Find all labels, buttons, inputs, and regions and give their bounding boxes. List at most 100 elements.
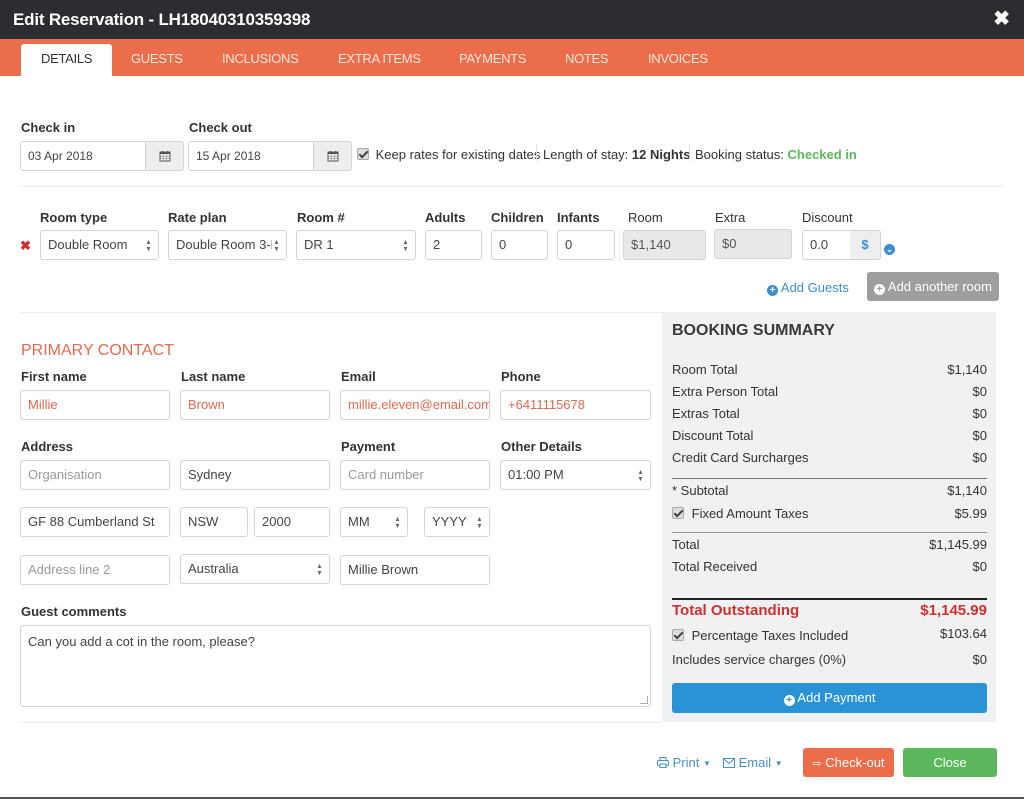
summary-row: Discount Total $0 (672, 428, 987, 443)
email-input[interactable]: millie.eleven@email.com (340, 390, 490, 420)
calendar-icon[interactable] (313, 142, 351, 170)
add-payment-button[interactable]: + Add Payment (672, 683, 987, 713)
first-name-label: First name (21, 369, 87, 384)
expiry-month-select[interactable]: MM ▲ ▼ (340, 507, 408, 537)
discount-input-group[interactable]: 0.0 $ (802, 230, 881, 260)
infants-input[interactable]: 0 (557, 230, 615, 260)
divider (672, 478, 987, 479)
country-select[interactable]: Australia ▲ ▼ (180, 554, 330, 584)
expiry-year-select[interactable]: YYYY ▲ ▼ (424, 507, 490, 537)
tab-extra-items[interactable]: EXTRA ITEMS (338, 44, 421, 76)
summary-row-label: Extras Total (672, 406, 740, 421)
tab-bar: DETAILS GUESTS INCLUSIONS EXTRA ITEMS PA… (0, 39, 1024, 76)
email-label-footer: Email (738, 755, 772, 770)
select-arrows-icon: ▲ ▼ (402, 239, 409, 253)
summary-row-value: $0 (972, 384, 987, 399)
fixed-tax-value: $5.99 (954, 506, 987, 521)
room-amount-label: Room (628, 210, 663, 225)
booking-summary-panel: BOOKING SUMMARY Room Total $1,140 Extra P… (662, 312, 996, 722)
tab-details[interactable]: DETAILS (21, 44, 113, 76)
percentage-tax-row: Percentage Taxes Included $103.64 (672, 626, 987, 643)
card-number-input[interactable]: Card number (340, 460, 490, 490)
select-arrows-icon: ▲ ▼ (637, 469, 644, 483)
service-charges-label: Includes service charges (0%) (672, 652, 847, 667)
printer-icon (657, 757, 669, 768)
summary-row-value: $1,140 (947, 362, 987, 377)
city-input[interactable]: Sydney (180, 460, 330, 490)
extra-amount-field: $0 (714, 229, 792, 259)
children-input[interactable]: 0 (491, 230, 548, 260)
keep-rates-option[interactable]: Keep rates for existing dates (357, 147, 540, 162)
booking-status-value: Checked in (787, 147, 857, 162)
room-number-value: DR 1 (304, 237, 334, 252)
divider (619, 232, 620, 260)
percentage-tax-label: Percentage Taxes Included (691, 628, 849, 643)
expiry-year-value: YYYY (432, 514, 467, 529)
summary-row-label: Credit Card Surcharges (672, 450, 809, 465)
first-name-input[interactable]: Millie (20, 390, 170, 420)
checkout-datepicker[interactable]: 15 Apr 2018 (188, 141, 352, 171)
close-button[interactable]: Close (903, 748, 997, 777)
close-icon[interactable]: ✖ (993, 9, 1010, 29)
room-number-select[interactable]: DR 1 ▲ ▼ (296, 230, 416, 260)
calendar-icon[interactable] (145, 142, 183, 170)
percentage-tax-checkbox[interactable] (672, 629, 684, 641)
checkin-value[interactable]: 03 Apr 2018 (21, 142, 145, 170)
email-dropdown[interactable]: Email ▼ (723, 755, 783, 770)
expand-room-icon[interactable]: ⌄ (884, 239, 895, 255)
organisation-input[interactable]: Organisation (20, 460, 170, 490)
fixed-tax-checkbox[interactable] (672, 507, 684, 519)
guest-comments-label: Guest comments (21, 604, 127, 619)
tab-invoices[interactable]: INVOICES (648, 44, 708, 76)
divider (536, 145, 537, 161)
sign-out-icon: ⇨ (812, 758, 822, 770)
print-dropdown[interactable]: Print ▼ (657, 755, 711, 770)
card-name-input[interactable]: Millie Brown (340, 555, 490, 585)
arrival-time-value: 01:00 PM (508, 467, 564, 482)
room-type-select[interactable]: Double Room ▲ ▼ (40, 230, 159, 260)
arrival-time-select[interactable]: 01:00 PM ▲ ▼ (500, 460, 651, 490)
total-outstanding-row: Total Outstanding $1,145.99 (672, 602, 987, 619)
plus-circle-icon: + (783, 695, 795, 706)
address-line2-input[interactable]: Address line 2 (20, 555, 170, 585)
caret-down-icon: ▼ (774, 759, 783, 768)
tab-guests[interactable]: GUESTS (131, 44, 183, 76)
phone-label: Phone (501, 369, 541, 384)
tab-notes[interactable]: NOTES (565, 44, 609, 76)
add-another-room-label: Add another room (887, 279, 992, 294)
discount-input[interactable]: 0.0 (803, 231, 850, 259)
subtotal-label: * Subtotal (672, 483, 729, 498)
adults-label: Adults (425, 210, 466, 225)
postcode-input[interactable]: 2000 (254, 507, 330, 537)
primary-contact-title: PRIMARY CONTACT (21, 342, 174, 359)
keep-rates-label: Keep rates for existing dates (375, 147, 541, 162)
keep-rates-checkbox[interactable] (357, 148, 369, 160)
last-name-input[interactable]: Brown (180, 390, 330, 420)
remove-room-icon[interactable]: ✖ (20, 238, 31, 254)
checkout-label: Check out (189, 120, 252, 135)
check-out-button[interactable]: ⇨ Check-out (803, 748, 894, 777)
divider (672, 598, 987, 600)
address-line1-input[interactable]: GF 88 Cumberland St (20, 507, 170, 537)
phone-input[interactable]: +6411115678 (500, 390, 651, 420)
add-guests-link[interactable]: + Add Guests (767, 280, 849, 296)
add-guests-label: Add Guests (780, 280, 849, 295)
tab-payments[interactable]: PAYMENTS (459, 44, 526, 76)
rate-plan-select[interactable]: Double Room 3-N ▲ ▼ (168, 230, 287, 260)
state-input[interactable]: NSW (180, 507, 248, 537)
guest-comments-textarea[interactable]: Can you add a cot in the room, please? (20, 625, 651, 707)
last-name-label: Last name (181, 369, 246, 384)
resize-grip-icon[interactable] (640, 696, 648, 704)
adults-input[interactable]: 2 (425, 230, 482, 260)
discount-unit-toggle[interactable]: $ (850, 231, 880, 259)
tab-inclusions[interactable]: INCLUSIONS (222, 44, 299, 76)
service-charges-value: $0 (972, 652, 987, 667)
room-amount-field: $1,140 (623, 230, 706, 260)
select-arrows-icon: ▲ ▼ (476, 516, 483, 530)
add-another-room-button[interactable]: + Add another room (867, 272, 999, 301)
checkout-value[interactable]: 15 Apr 2018 (189, 142, 313, 170)
checkin-datepicker[interactable]: 03 Apr 2018 (20, 141, 184, 171)
summary-row-label: Discount Total (672, 428, 754, 443)
room-type-label: Room type (40, 210, 108, 225)
checkin-label: Check in (21, 120, 76, 135)
